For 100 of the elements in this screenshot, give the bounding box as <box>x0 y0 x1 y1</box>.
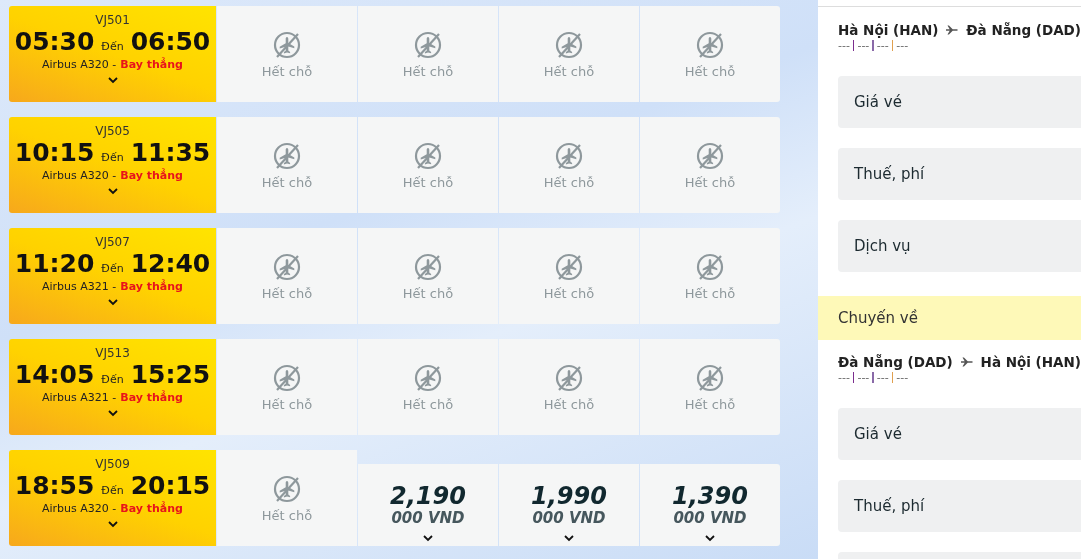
route-type: Bay thẳng <box>120 502 183 515</box>
no-flight-icon <box>695 29 725 60</box>
sold-out-label: Hết chỗ <box>543 285 595 301</box>
sold-out-label: Hết chỗ <box>402 396 454 412</box>
fare-price: 1,990 <box>531 482 607 509</box>
chevron-down-icon <box>564 534 574 542</box>
fare-price: 1,390 <box>672 482 748 509</box>
sold-out-label: Hết chỗ <box>261 396 313 412</box>
cost-row[interactable]: Giá vé <box>838 76 1081 128</box>
flight-detail: --- <box>838 371 850 384</box>
destination-city: Đà Nẵng (DAD) <box>966 22 1081 38</box>
chevron-down-icon <box>705 534 715 542</box>
sold-out-label: Hết chỗ <box>684 396 736 412</box>
no-flight-icon <box>413 29 443 60</box>
flight-detail: --- <box>876 371 889 384</box>
no-flight-icon <box>695 362 725 393</box>
flight-card[interactable]: VJ507 11:20 Đến 12:40 Airbus A321 - Bay thẳng <box>9 228 216 324</box>
no-flight-icon <box>272 251 302 282</box>
route-type: Bay thẳng <box>120 58 183 71</box>
flight-code: VJ501 <box>95 13 130 27</box>
to-label: Đến <box>101 40 124 53</box>
no-flight-icon <box>272 140 302 171</box>
flight-code: VJ513 <box>95 346 130 360</box>
chevron-down-icon <box>423 534 433 542</box>
cost-row[interactable]: Thuế, phí <box>838 480 1081 532</box>
fare-unit: 000 VND <box>673 508 747 527</box>
no-flight-icon <box>413 251 443 282</box>
departure-time: 14:05 <box>14 360 95 390</box>
route-type: Bay thẳng <box>120 169 183 182</box>
flight-code: VJ509 <box>95 457 130 471</box>
departure-time: 05:30 <box>14 27 95 57</box>
arrival-time: 15:25 <box>130 360 211 390</box>
sold-out-label: Hết chỗ <box>402 285 454 301</box>
flight-detail: --- <box>838 39 850 52</box>
chevron-down-icon <box>107 299 118 306</box>
chevron-down-icon <box>107 188 118 195</box>
no-flight-icon <box>272 29 302 60</box>
departure-time: 18:55 <box>14 471 95 501</box>
fare-cell[interactable]: 2,190 000 VND <box>358 464 498 546</box>
flight-detail: --- <box>857 39 870 52</box>
no-flight-icon <box>413 362 443 393</box>
route-type: Bay thẳng <box>120 280 183 293</box>
fare-unit: 000 VND <box>532 508 606 527</box>
no-flight-icon <box>695 251 725 282</box>
aircraft-type: Airbus A320 - <box>42 58 117 71</box>
flight-detail: --- <box>896 39 909 52</box>
to-label: Đến <box>101 262 124 275</box>
destination-city: Hà Nội (HAN) <box>980 354 1081 370</box>
sold-out-label: Hết chỗ <box>261 507 313 523</box>
flight-card[interactable]: VJ501 05:30 Đến 06:50 Airbus A320 - Bay thẳng <box>9 6 216 102</box>
no-flight-icon <box>554 29 584 60</box>
sold-out-label: Hết chỗ <box>261 174 313 190</box>
to-label: Đến <box>101 484 124 497</box>
aircraft-type: Airbus A321 - <box>42 391 117 404</box>
no-flight-icon <box>554 362 584 393</box>
flight-detail: --- <box>857 371 870 384</box>
flight-card[interactable]: VJ513 14:05 Đến 15:25 Airbus A321 - Bay thẳng <box>9 339 216 435</box>
sold-out-label: Hết chỗ <box>402 174 454 190</box>
flight-code: VJ505 <box>95 124 130 138</box>
fare-cell[interactable]: 1,390 000 VND <box>640 464 780 546</box>
fare-unit: 000 VND <box>391 508 465 527</box>
arrival-time: 06:50 <box>130 27 211 57</box>
flight-code: VJ507 <box>95 235 130 249</box>
no-flight-icon <box>272 362 302 393</box>
origin-city: Đà Nẵng (DAD) <box>838 354 953 370</box>
aircraft-type: Airbus A320 - <box>42 502 117 515</box>
no-flight-icon <box>554 251 584 282</box>
departure-time: 11:20 <box>14 249 95 279</box>
cost-row[interactable]: Thuế, phí <box>838 148 1081 200</box>
cost-row[interactable]: Dịch vụ <box>838 220 1081 272</box>
sold-out-label: Hết chỗ <box>543 63 595 79</box>
flight-card[interactable]: VJ505 10:15 Đến 11:35 Airbus A320 - Bay thẳng <box>9 117 216 213</box>
sold-out-label: Hết chỗ <box>684 285 736 301</box>
sold-out-label: Hết chỗ <box>684 63 736 79</box>
departure-time: 10:15 <box>14 138 95 168</box>
sold-out-label: Hết chỗ <box>543 396 595 412</box>
no-flight-icon <box>413 140 443 171</box>
no-flight-icon <box>695 140 725 171</box>
fare-cell[interactable]: 1,990 000 VND <box>499 464 639 546</box>
origin-city: Hà Nội (HAN) <box>838 22 939 38</box>
airplane-icon <box>960 355 973 369</box>
arrival-time: 11:35 <box>130 138 211 168</box>
route-type: Bay thẳng <box>120 391 183 404</box>
sold-out-label: Hết chỗ <box>684 174 736 190</box>
sold-out-label: Hết chỗ <box>261 63 313 79</box>
aircraft-type: Airbus A320 - <box>42 169 117 182</box>
to-label: Đến <box>101 373 124 386</box>
fare-price: 2,190 <box>390 482 466 509</box>
chevron-down-icon <box>107 410 118 417</box>
flight-card[interactable]: VJ509 18:55 Đến 20:15 Airbus A320 - Bay thẳng <box>9 450 216 546</box>
to-label: Đến <box>101 151 124 164</box>
sold-out-label: Hết chỗ <box>402 63 454 79</box>
no-flight-icon <box>554 140 584 171</box>
chevron-down-icon <box>107 77 118 84</box>
flight-detail: --- <box>896 371 909 384</box>
cost-row[interactable]: Giá vé <box>838 408 1081 460</box>
sold-out-label: Hết chỗ <box>261 285 313 301</box>
flight-detail: --- <box>876 39 889 52</box>
chevron-down-icon <box>107 521 118 528</box>
return-heading: Chuyến về <box>818 296 1081 340</box>
